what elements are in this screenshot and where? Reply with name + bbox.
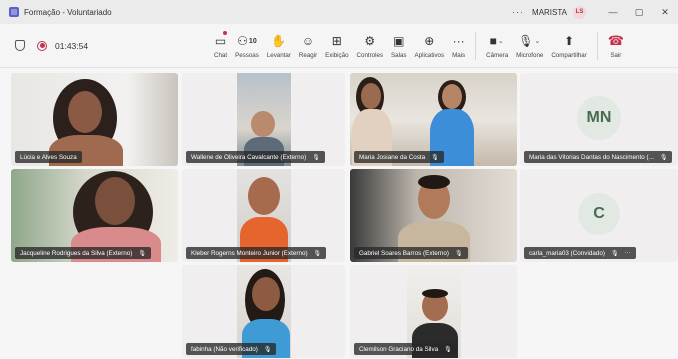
people-icon: ⚇	[237, 34, 248, 48]
participant-name-tag: Lúcia e Alves Souza	[15, 151, 82, 163]
camera-label: Câmera	[486, 52, 509, 59]
participant-more-options-button[interactable]: ···	[625, 250, 631, 256]
view-label: Exibição	[325, 52, 349, 59]
more-label: Mais	[452, 52, 466, 59]
smiley-icon: ☺	[301, 34, 315, 48]
participant-name-tag: Wallene de Oliveira Cavalcante (Externo)…	[186, 151, 325, 163]
mic-muted-icon: 🎙	[431, 154, 439, 161]
teams-app-icon	[9, 7, 19, 17]
user-avatar[interactable]: LS	[573, 5, 586, 19]
mic-muted-icon: 🎙	[263, 346, 272, 353]
share-label: Compartilhar	[551, 52, 587, 59]
rooms-icon: ▣	[393, 34, 405, 48]
share-button[interactable]: ⬆ Compartilhar	[547, 24, 590, 68]
camera-button[interactable]: ■ ⌄ Câmera	[482, 24, 512, 68]
mic-muted-icon: 🎙	[312, 154, 320, 161]
camera-icon: ■	[489, 34, 497, 48]
microphone-button[interactable]: 🎙 ⌄ Microfone	[512, 24, 547, 68]
react-button[interactable]: ☺ Reagir	[295, 24, 321, 68]
mic-chevron-down-icon[interactable]: ⌄	[534, 37, 540, 45]
participant-name-tag: Maria das Vitorias Dantas do Nascimento …	[524, 151, 673, 163]
recording-icon	[37, 40, 47, 51]
participant-tile[interactable]: Maria Josiane da Costa 🎙	[350, 73, 517, 166]
meeting-toolbar: 01:43:54 ▭ Chat ⚇ 10 Pessoas ✋ Levantar ☺…	[0, 24, 678, 68]
participant-tile[interactable]: fabinha (Não verificado) 🎙	[182, 265, 345, 358]
maximize-button[interactable]: ▢	[626, 7, 652, 18]
people-button[interactable]: ⚇ 10 Pessoas	[231, 24, 263, 68]
leave-label: Sair	[610, 52, 622, 59]
people-label: Pessoas	[235, 52, 259, 59]
raise-hand-button[interactable]: ✋ Levantar	[263, 24, 295, 68]
share-icon: ⬆	[564, 34, 575, 48]
participant-name-tag: Kleber Rogerns Monteiro Junior (Externo)…	[186, 247, 327, 259]
title-bar: Formação - Voluntariado ··· MARISTA LS —…	[0, 0, 678, 24]
participant-name-tag: Maria Josiane da Costa 🎙	[354, 151, 444, 163]
controls-icon: ⚙	[364, 34, 376, 48]
apps-label: Aplicativos	[414, 52, 445, 59]
mic-muted-icon: 🎙	[659, 154, 668, 161]
hand-icon: ✋	[271, 34, 287, 48]
close-window-button[interactable]: ✕	[652, 7, 678, 18]
minimize-button[interactable]: —	[600, 7, 626, 17]
rooms-label: Salas	[391, 52, 407, 59]
shield-icon	[15, 40, 25, 51]
meeting-timer: 01:43:54	[55, 40, 89, 51]
mic-label: Microfone	[516, 52, 544, 59]
window-title: Formação - Voluntariado	[24, 7, 112, 17]
participant-tile[interactable]: Jacqueline Rodrigues da Silva (Externo) 🎙	[11, 169, 178, 262]
view-button[interactable]: ⊞ Exibição	[321, 24, 352, 68]
participant-avatar: C	[578, 193, 620, 235]
more-options-button[interactable]: ···	[512, 7, 524, 17]
video-stage: Lúcia e Alves Souza Wallene de Oliveira …	[0, 68, 678, 359]
chat-label: Chat	[214, 52, 228, 59]
toolbar-divider-2	[596, 32, 598, 60]
controls-label: Controles	[356, 52, 384, 59]
leave-button[interactable]: ☎ Sair	[604, 24, 628, 68]
organization-name: MARISTA	[532, 7, 567, 17]
chat-button[interactable]: ▭ Chat	[210, 24, 231, 68]
mic-muted-icon: 🎙	[610, 250, 619, 257]
participant-tile[interactable]: Clemilson Graciano da Silva 🎙	[350, 265, 517, 358]
controls-button[interactable]: ⚙ Controles	[353, 24, 387, 68]
mic-muted-icon: 🎙	[454, 250, 463, 257]
ellipsis-icon: ···	[452, 34, 465, 48]
participant-tile[interactable]: Gabriel Soares Barros (Externo) 🎙	[350, 169, 517, 262]
microphone-icon: 🎙	[518, 34, 534, 48]
grid-view-icon: ⊞	[331, 34, 342, 48]
chat-unread-dot	[223, 31, 228, 35]
mic-muted-icon: 🎙	[138, 250, 146, 257]
hang-up-icon: ☎	[607, 33, 624, 48]
toolbar-divider	[475, 32, 477, 60]
people-count: 10	[248, 37, 257, 45]
participant-avatar: MN	[577, 96, 621, 140]
participant-name-tag: Gabriel Soares Barros (Externo) 🎙	[354, 247, 468, 259]
mic-muted-icon: 🎙	[444, 346, 452, 353]
add-app-icon: ⊕	[424, 34, 435, 48]
participant-name-tag: fabinha (Não verificado) 🎙	[186, 343, 277, 355]
participant-name-tag: Clemilson Graciano da Silva 🎙	[354, 343, 457, 355]
rooms-button[interactable]: ▣ Salas	[387, 24, 410, 68]
participant-tile[interactable]: Kleber Rogerns Monteiro Junior (Externo)…	[182, 169, 345, 262]
react-label: Reagir	[298, 52, 318, 59]
participant-name-tag: Jacqueline Rodrigues da Silva (Externo) 🎙	[15, 247, 151, 259]
participant-name-tag: carla_maria03 (Convidado) 🎙 ···	[524, 247, 636, 259]
chat-icon: ▭	[214, 34, 227, 48]
participant-tile[interactable]: Wallene de Oliveira Cavalcante (Externo)…	[182, 73, 345, 166]
mic-muted-icon: 🎙	[313, 250, 322, 257]
apps-button[interactable]: ⊕ Aplicativos	[411, 24, 449, 68]
more-actions-button[interactable]: ··· Mais	[448, 24, 469, 68]
raise-label: Levantar	[266, 52, 291, 59]
participant-tile[interactable]: Lúcia e Alves Souza	[11, 73, 178, 166]
participant-tile[interactable]: MN Maria das Vitorias Dantas do Nascimen…	[520, 73, 678, 166]
camera-chevron-down-icon[interactable]: ⌄	[498, 37, 504, 45]
participant-tile[interactable]: C carla_maria03 (Convidado) 🎙 ···	[520, 169, 678, 262]
